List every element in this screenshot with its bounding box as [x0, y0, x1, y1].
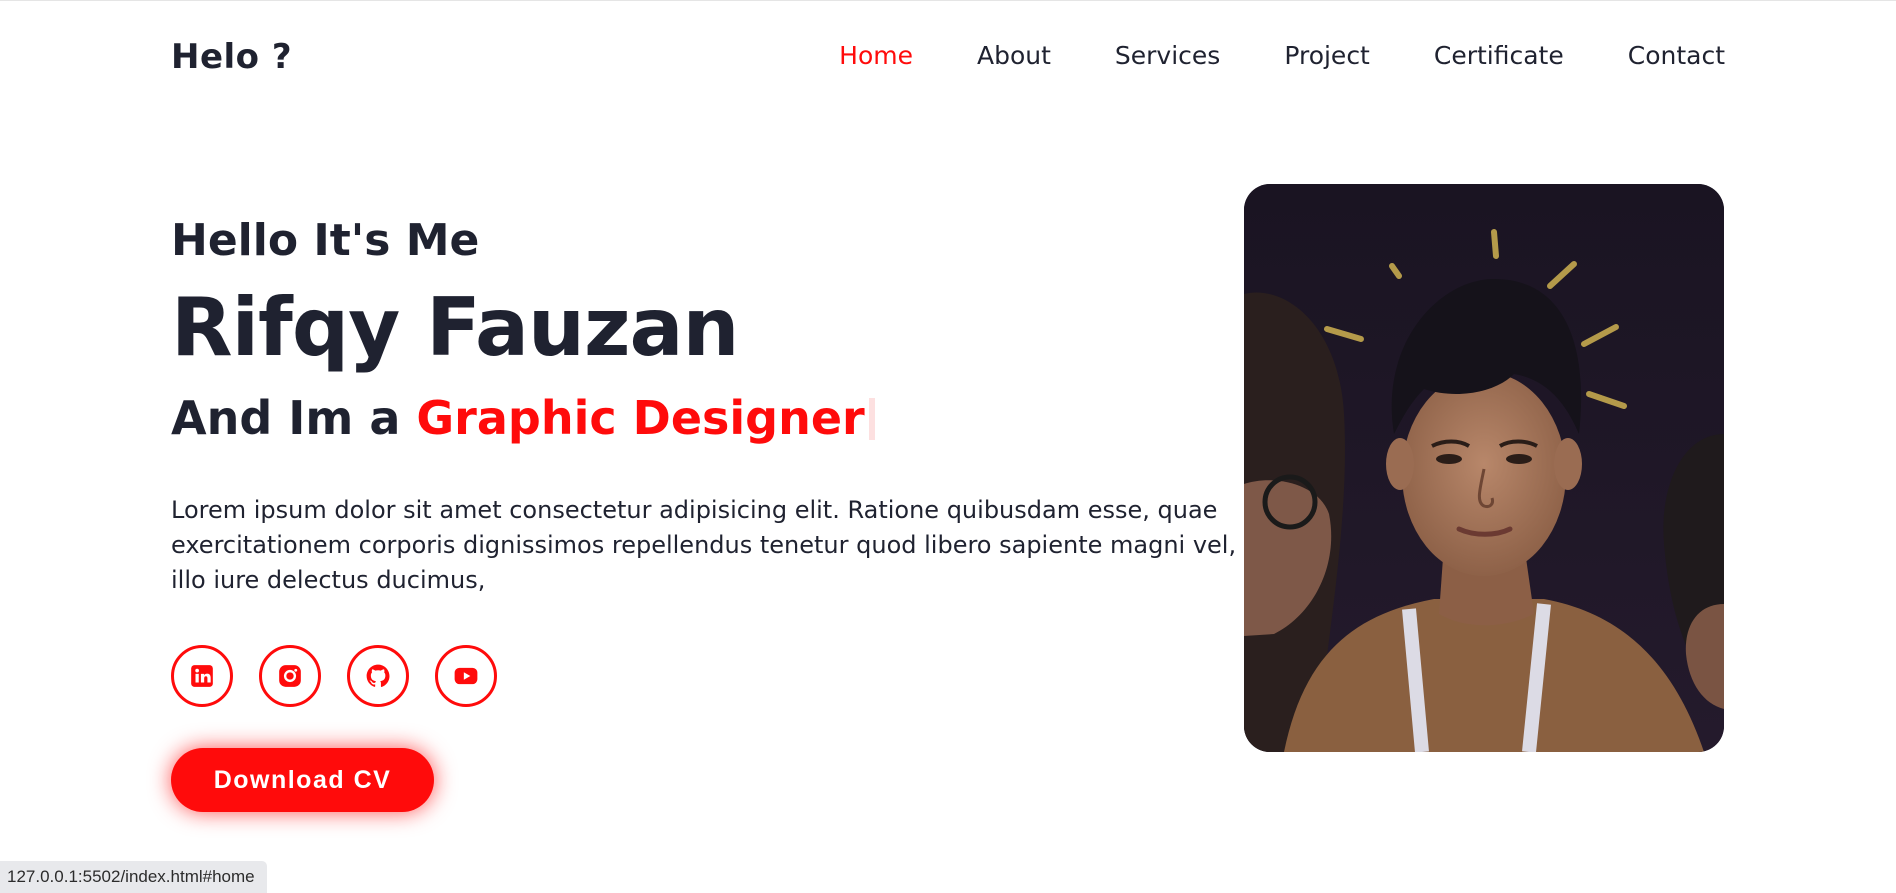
social-link-linkedin[interactable] — [171, 645, 233, 707]
site-header: Helo ? Home About Services Project Certi… — [0, 1, 1896, 119]
typing-cursor — [868, 398, 875, 440]
social-links — [171, 645, 1241, 707]
page: Helo ? Home About Services Project Certi… — [0, 0, 1896, 893]
role-typed-text: Graphic Designer — [416, 391, 865, 445]
hero-name: Rifqy Fauzan — [171, 281, 740, 374]
download-cv-button[interactable]: Download CV — [171, 748, 434, 812]
social-link-instagram[interactable] — [259, 645, 321, 707]
nav-link-contact[interactable]: Contact — [1628, 41, 1725, 70]
nav-link-services[interactable]: Services — [1115, 41, 1220, 70]
instagram-icon — [279, 665, 301, 687]
linkedin-icon — [191, 665, 213, 687]
browser-status-bar: 127.0.0.1:5502/index.html#home — [0, 861, 267, 893]
youtube-icon — [454, 667, 478, 685]
hero-description: Lorem ipsum dolor sit amet consectetur a… — [171, 496, 1237, 594]
profile-photo-illustration — [1244, 184, 1724, 752]
hero-role: And Im a Graphic Designer — [171, 383, 1241, 453]
nav-link-home[interactable]: Home — [839, 41, 913, 70]
social-link-github[interactable] — [347, 645, 409, 707]
site-logo[interactable]: Helo ? — [171, 37, 292, 77]
social-link-youtube[interactable] — [435, 645, 497, 707]
profile-photo — [1244, 184, 1724, 752]
nav-link-project[interactable]: Project — [1284, 41, 1370, 70]
hero-section: Hello It's Me Rifqy Fauzan And Im a Grap… — [171, 209, 1241, 812]
main-nav: Home About Services Project Certificate … — [839, 41, 1725, 70]
hero-greeting: Hello It's Me — [171, 215, 480, 266]
nav-link-about[interactable]: About — [977, 41, 1051, 70]
github-icon — [366, 664, 390, 687]
nav-link-certificate[interactable]: Certificate — [1434, 41, 1564, 70]
role-prefix: And Im a — [171, 391, 401, 445]
